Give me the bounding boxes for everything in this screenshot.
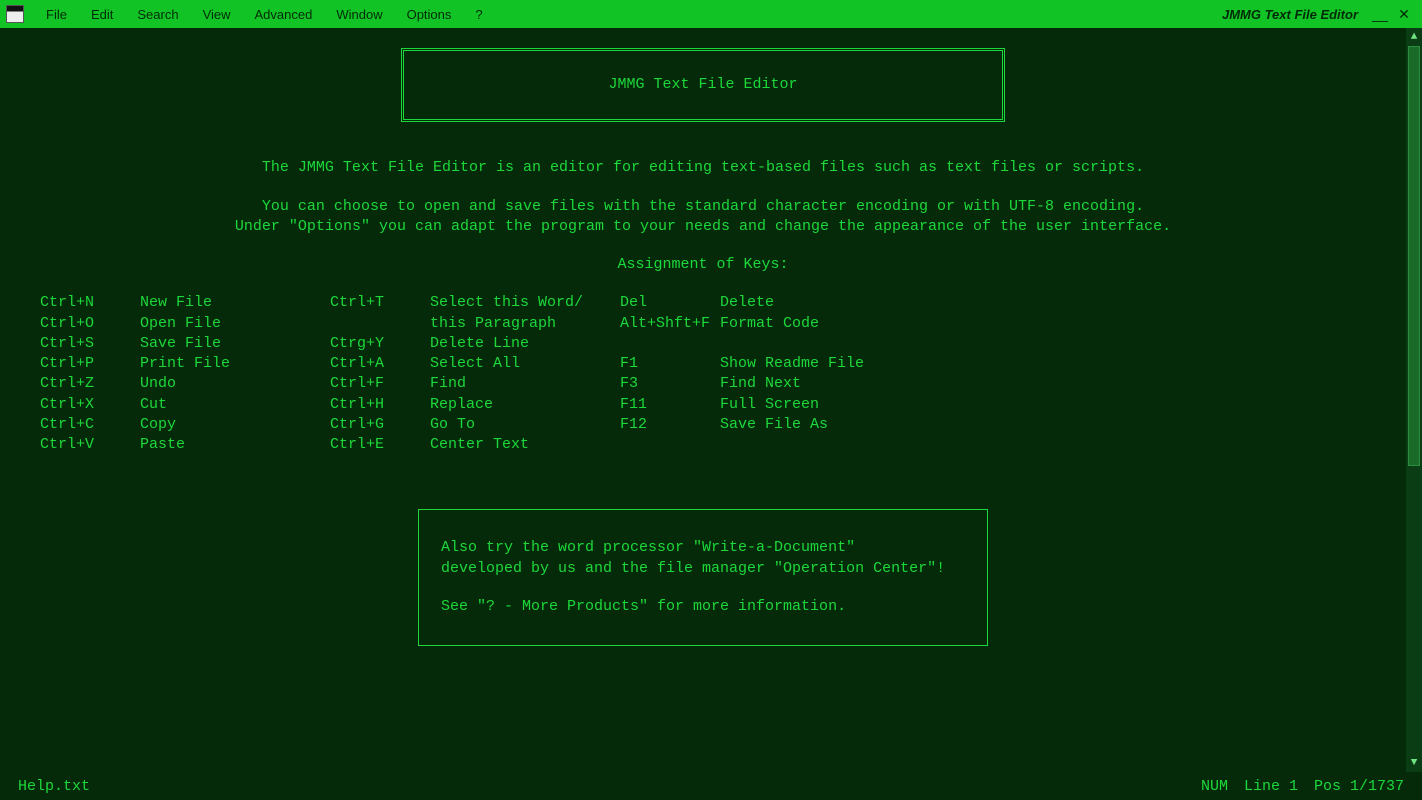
status-filename: Help.txt bbox=[10, 778, 98, 795]
keys-cell bbox=[620, 435, 720, 455]
scroll-up-icon[interactable]: ▲ bbox=[1406, 28, 1422, 46]
keys-cell: this Paragraph bbox=[430, 314, 620, 334]
keys-cell: Ctrl+P bbox=[40, 354, 140, 374]
promo-box: Also try the word processor "Write-a-Doc… bbox=[418, 509, 988, 646]
menu-search[interactable]: Search bbox=[125, 3, 190, 26]
keys-cell: Copy bbox=[140, 415, 330, 435]
keys-cell: Ctrg+Y bbox=[330, 334, 430, 354]
promo-line-1: Also try the word processor "Write-a-Doc… bbox=[441, 538, 965, 558]
keys-row: Ctrl+ZUndoCtrl+FFindF3Find Next bbox=[40, 374, 1366, 394]
keys-row: Ctrl+XCutCtrl+HReplaceF11Full Screen bbox=[40, 395, 1366, 415]
menu-edit[interactable]: Edit bbox=[79, 3, 125, 26]
keys-cell: Open File bbox=[140, 314, 330, 334]
keys-row: Ctrl+CCopyCtrl+GGo ToF12Save File As bbox=[40, 415, 1366, 435]
menu-view[interactable]: View bbox=[191, 3, 243, 26]
keys-cell: Alt+Shft+F bbox=[620, 314, 720, 334]
intro-line-1: The JMMG Text File Editor is an editor f… bbox=[40, 158, 1366, 178]
keys-row: Ctrl+OOpen File this ParagraphAlt+Shft+FF… bbox=[40, 314, 1366, 334]
menu-advanced[interactable]: Advanced bbox=[243, 3, 325, 26]
keys-cell: Select this Word/ bbox=[430, 293, 620, 313]
editor-area[interactable]: JMMG Text File Editor The JMMG Text File… bbox=[0, 28, 1406, 772]
status-line: Line 1 bbox=[1236, 778, 1306, 795]
vertical-scrollbar[interactable]: ▲ ▼ bbox=[1406, 28, 1422, 772]
status-pos: Pos 1/1737 bbox=[1306, 778, 1412, 795]
keys-cell: Undo bbox=[140, 374, 330, 394]
keys-cell: Show Readme File bbox=[720, 354, 890, 374]
keys-cell: Ctrl+V bbox=[40, 435, 140, 455]
keys-cell: Ctrl+X bbox=[40, 395, 140, 415]
keys-cell: Ctrl+H bbox=[330, 395, 430, 415]
promo-line-2: developed by us and the file manager "Op… bbox=[441, 559, 965, 579]
status-bar: Help.txt NUM Line 1 Pos 1/1737 bbox=[0, 772, 1422, 800]
keys-cell: Del bbox=[620, 293, 720, 313]
keys-cell: Ctrl+A bbox=[330, 354, 430, 374]
keys-cell: Delete bbox=[720, 293, 890, 313]
menu-bar: File Edit Search View Advanced Window Op… bbox=[0, 0, 1422, 28]
keys-cell: Center Text bbox=[430, 435, 620, 455]
keys-cell: Ctrl+G bbox=[330, 415, 430, 435]
keys-row: Ctrl+VPasteCtrl+ECenter Text bbox=[40, 435, 1366, 455]
keys-cell: Replace bbox=[430, 395, 620, 415]
keys-cell: Ctrl+C bbox=[40, 415, 140, 435]
keys-cell: F3 bbox=[620, 374, 720, 394]
keys-row: Ctrl+NNew FileCtrl+TSelect this Word/Del… bbox=[40, 293, 1366, 313]
keys-cell bbox=[330, 314, 430, 334]
keys-cell: Ctrl+F bbox=[330, 374, 430, 394]
keys-cell: Ctrl+Z bbox=[40, 374, 140, 394]
keys-cell: Go To bbox=[430, 415, 620, 435]
minimize-button[interactable]: __ bbox=[1368, 7, 1392, 21]
keys-row: Ctrl+SSave FileCtrg+YDelete Line bbox=[40, 334, 1366, 354]
keys-cell: Print File bbox=[140, 354, 330, 374]
intro-line-2: You can choose to open and save files wi… bbox=[40, 197, 1366, 217]
promo-line-3: See "? - More Products" for more informa… bbox=[441, 597, 965, 617]
keys-cell: F12 bbox=[620, 415, 720, 435]
keys-row: Ctrl+PPrint FileCtrl+ASelect AllF1Show R… bbox=[40, 354, 1366, 374]
app-icon bbox=[6, 5, 24, 23]
keys-cell: F11 bbox=[620, 395, 720, 415]
keys-cell: Ctrl+O bbox=[40, 314, 140, 334]
close-button[interactable]: ✕ bbox=[1392, 7, 1416, 21]
keys-cell: Ctrl+E bbox=[330, 435, 430, 455]
keys-cell: Full Screen bbox=[720, 395, 890, 415]
keys-cell: Format Code bbox=[720, 314, 890, 334]
keys-cell: Find Next bbox=[720, 374, 890, 394]
keys-cell bbox=[720, 334, 890, 354]
keys-cell: Save File As bbox=[720, 415, 890, 435]
menu-options[interactable]: Options bbox=[395, 3, 464, 26]
keys-cell bbox=[720, 435, 890, 455]
keys-cell: Ctrl+S bbox=[40, 334, 140, 354]
document-title-box: JMMG Text File Editor bbox=[401, 48, 1005, 122]
keys-heading: Assignment of Keys: bbox=[40, 255, 1366, 275]
keys-cell: Cut bbox=[140, 395, 330, 415]
intro-text: The JMMG Text File Editor is an editor f… bbox=[40, 158, 1366, 237]
app-title: JMMG Text File Editor bbox=[1222, 7, 1368, 22]
keys-cell bbox=[620, 334, 720, 354]
keys-cell: Save File bbox=[140, 334, 330, 354]
status-numlock: NUM bbox=[1193, 778, 1236, 795]
keys-cell: F1 bbox=[620, 354, 720, 374]
scroll-thumb[interactable] bbox=[1408, 46, 1420, 466]
keys-cell: Ctrl+N bbox=[40, 293, 140, 313]
keys-cell: Select All bbox=[430, 354, 620, 374]
intro-line-3: Under "Options" you can adapt the progra… bbox=[40, 217, 1366, 237]
menu-file[interactable]: File bbox=[34, 3, 79, 26]
scroll-down-icon[interactable]: ▼ bbox=[1406, 754, 1422, 772]
document-title: JMMG Text File Editor bbox=[608, 76, 797, 93]
keys-cell: Paste bbox=[140, 435, 330, 455]
menu-help[interactable]: ? bbox=[463, 3, 494, 26]
keys-cell: New File bbox=[140, 293, 330, 313]
keys-cell: Find bbox=[430, 374, 620, 394]
keys-cell: Ctrl+T bbox=[330, 293, 430, 313]
keys-cell: Delete Line bbox=[430, 334, 620, 354]
menu-window[interactable]: Window bbox=[324, 3, 394, 26]
keys-table: Ctrl+NNew FileCtrl+TSelect this Word/Del… bbox=[40, 293, 1366, 455]
